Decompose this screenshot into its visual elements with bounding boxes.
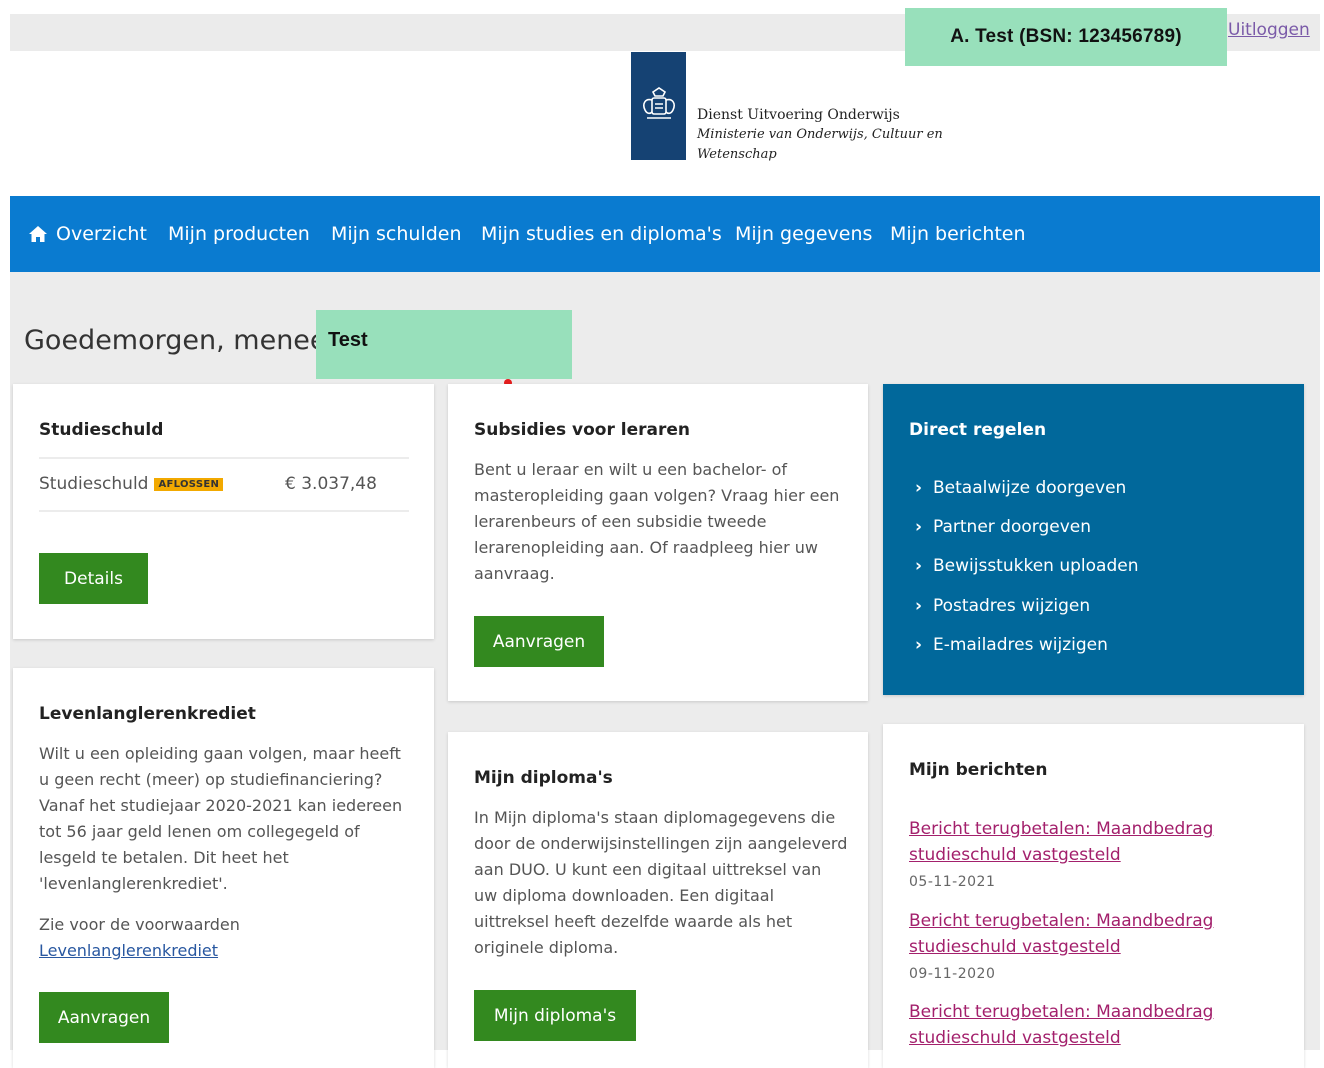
card-title: Levenlanglerenkrediet bbox=[39, 704, 256, 724]
studieschuld-card: Studieschuld Studieschuld AFLOSSEN € 3.03… bbox=[13, 384, 434, 639]
message-link[interactable]: Bericht terugbetalen: Maandbedrag studie… bbox=[909, 908, 1281, 960]
direct-item-partner[interactable]: › Partner doorgeven bbox=[915, 517, 1091, 537]
card-title: Direct regelen bbox=[909, 420, 1047, 440]
levenlanglerenkrediet-link[interactable]: Levenlanglerenkrediet bbox=[39, 938, 411, 964]
crest-icon bbox=[642, 87, 675, 119]
direct-item-label: Betaalwijze doorgeven bbox=[933, 478, 1127, 498]
ministry-line-2: Wetenschap bbox=[697, 147, 777, 162]
direct-item-bewijsstukken[interactable]: › Bewijsstukken uploaden bbox=[915, 556, 1138, 576]
divider bbox=[39, 457, 409, 459]
card-title: Mijn diploma's bbox=[474, 768, 613, 788]
card-title: Mijn berichten bbox=[909, 760, 1048, 780]
message-date: 09-11-2020 bbox=[909, 966, 996, 982]
direct-item-betaalwijze[interactable]: › Betaalwijze doorgeven bbox=[915, 478, 1126, 498]
card-title: Studieschuld bbox=[39, 420, 164, 440]
nav-item-mijn-studies-en-diplomas[interactable]: Mijn studies en diploma's bbox=[481, 196, 722, 272]
subsidies-text: Bent u leraar en wilt u een bachelor- of… bbox=[474, 460, 840, 583]
levenlang-conditions: Zie voor de voorwaarden Levenlanglerenkr… bbox=[39, 912, 411, 964]
message-link[interactable]: Bericht terugbetalen: Maandbedrag studie… bbox=[909, 816, 1281, 868]
main-navigation: Overzicht Mijn producten Mijn schulden M… bbox=[10, 196, 1320, 272]
direct-regelen-card: Direct regelen › Betaalwijze doorgeven › P… bbox=[883, 384, 1304, 695]
direct-item-label: Partner doorgeven bbox=[933, 517, 1092, 537]
studieschuld-amount: € 3.037,48 bbox=[285, 474, 377, 494]
message-link[interactable]: Bericht terugbetalen: Maandbedrag studie… bbox=[909, 999, 1281, 1051]
diplomas-text: In Mijn diploma's staan diplomagegevens … bbox=[474, 808, 848, 957]
chevron-right-icon: › bbox=[915, 635, 923, 655]
org-name: Dienst Uitvoering Onderwijs bbox=[697, 107, 900, 123]
government-logo-icon bbox=[631, 52, 686, 160]
nav-item-mijn-berichten[interactable]: Mijn berichten bbox=[890, 196, 1026, 272]
levenlang-text: Wilt u een opleiding gaan volgen, maar h… bbox=[39, 744, 403, 893]
row-label: Studieschuld bbox=[39, 474, 149, 494]
studieschuld-row-label: Studieschuld AFLOSSEN bbox=[39, 474, 224, 494]
direct-item-label: Bewijsstukken uploaden bbox=[933, 556, 1139, 576]
greeting-name: Test bbox=[328, 329, 368, 351]
organization-name: Dienst Uitvoering Onderwijs Ministerie v… bbox=[697, 105, 943, 165]
nav-item-mijn-schulden[interactable]: Mijn schulden bbox=[331, 196, 462, 272]
chevron-right-icon: › bbox=[915, 478, 923, 498]
divider bbox=[39, 510, 409, 512]
nav-item-mijn-producten[interactable]: Mijn producten bbox=[168, 196, 310, 272]
direct-item-label: Postadres wijzigen bbox=[933, 596, 1091, 616]
conditions-text: Zie voor de voorwaarden bbox=[39, 915, 240, 934]
status-badge: AFLOSSEN bbox=[154, 477, 224, 491]
mijn-diplomas-card: Mijn diploma's In Mijn diploma's staan d… bbox=[448, 732, 868, 1068]
card-title: Subsidies voor leraren bbox=[474, 420, 690, 440]
subsidies-card: Subsidies voor leraren Bent u leraar en … bbox=[448, 384, 868, 701]
levenlang-aanvragen-button[interactable]: Aanvragen bbox=[39, 992, 169, 1043]
direct-item-label: E-mailadres wijzigen bbox=[933, 635, 1108, 655]
nav-item-overzicht[interactable]: Overzicht bbox=[28, 196, 147, 272]
levenlanglerenkrediet-card: Levenlanglerenkrediet Wilt u een opleidi… bbox=[13, 668, 434, 1068]
direct-item-emailadres[interactable]: › E-mailadres wijzigen bbox=[915, 635, 1108, 655]
user-identity-label: A. Test (BSN: 123456789) bbox=[905, 8, 1227, 66]
direct-item-postadres[interactable]: › Postadres wijzigen bbox=[915, 596, 1090, 616]
mijn-berichten-card: Mijn berichten Bericht terugbetalen: Maa… bbox=[883, 724, 1304, 1068]
subsidies-aanvragen-button[interactable]: Aanvragen bbox=[474, 616, 604, 667]
chevron-right-icon: › bbox=[915, 556, 923, 576]
details-button[interactable]: Details bbox=[39, 553, 148, 604]
nav-label: Overzicht bbox=[56, 223, 147, 245]
message-date: 05-11-2021 bbox=[909, 874, 996, 890]
chevron-right-icon: › bbox=[915, 596, 923, 616]
nav-item-mijn-gegevens[interactable]: Mijn gegevens bbox=[735, 196, 872, 272]
home-icon bbox=[29, 226, 47, 242]
chevron-right-icon: › bbox=[915, 517, 923, 537]
logout-link[interactable]: Uitloggen bbox=[1228, 20, 1310, 40]
greeting-text: Goedemorgen, meneer bbox=[24, 325, 338, 356]
ministry-line-1: Ministerie van Onderwijs, Cultuur en bbox=[697, 127, 943, 142]
mijn-diplomas-button[interactable]: Mijn diploma's bbox=[474, 990, 636, 1041]
